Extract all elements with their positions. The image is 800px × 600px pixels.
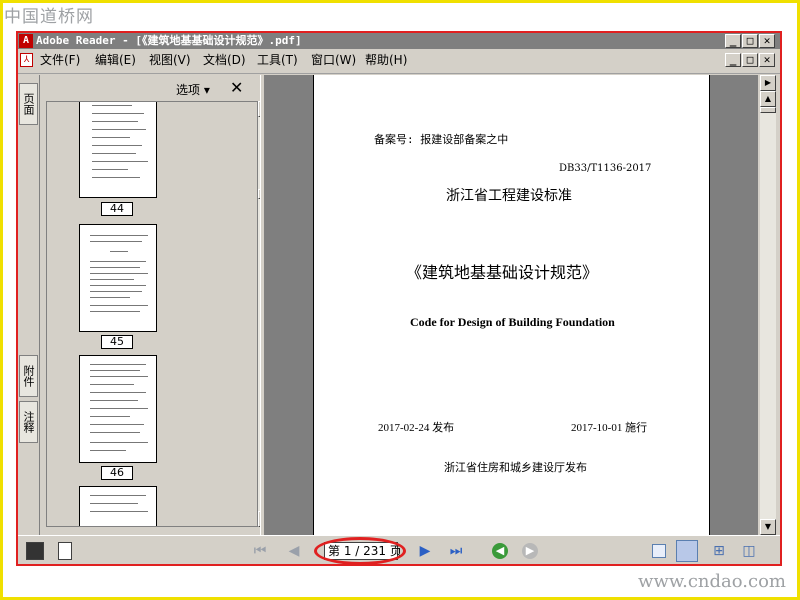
doc-close-button[interactable]: ✕ <box>759 53 775 67</box>
panel-header: 选项 ▾ ✕ <box>40 75 260 101</box>
toolbar-strip <box>18 70 780 74</box>
scroll-down-arrow-icon[interactable]: ▼ <box>760 519 776 535</box>
doc-restore-button[interactable]: □ <box>742 53 758 67</box>
minimize-button[interactable]: _ <box>725 34 741 48</box>
title-bar: A Adobe Reader - [《建筑地基基础设计规范》.pdf] _ □ … <box>18 33 780 49</box>
standard-number: DB33/T1136-2017 <box>559 163 652 174</box>
acrobat-icon: A <box>19 34 33 48</box>
pages-panel: 选项 ▾ ✕ 44 45 46 <box>40 75 274 535</box>
record-number: 备案号: 报建设部备案之中 <box>374 133 509 146</box>
next-page-icon[interactable]: ▶ <box>416 542 434 560</box>
facing-icon[interactable]: ◫ <box>740 542 758 560</box>
pdf-document-icon[interactable]: ⅄ <box>20 53 33 67</box>
go-back-icon[interactable]: ◀ <box>492 543 508 559</box>
panel-close-button[interactable]: ✕ <box>230 78 243 97</box>
menu-file[interactable]: 文件(F) <box>40 50 80 70</box>
menu-help[interactable]: 帮助(H) <box>365 50 407 70</box>
thumbnail-page-44[interactable] <box>79 102 157 198</box>
document-title-cn: 《建筑地基基础设计规范》 <box>406 263 599 282</box>
tab-comments[interactable]: 注释 <box>19 401 38 443</box>
scroll-right-arrow-icon[interactable]: ▶ <box>760 75 776 91</box>
publisher: 浙江省住房和城乡建设厅发布 <box>444 461 587 474</box>
options-menu-button[interactable]: 选项 ▾ <box>176 81 210 98</box>
highlight-ellipse <box>314 537 406 564</box>
thumbnail-list[interactable]: 44 45 46 <box>46 101 258 527</box>
continuous-icon[interactable] <box>676 540 698 562</box>
maximize-button[interactable]: □ <box>742 34 758 48</box>
last-page-icon[interactable]: ⏭ <box>446 542 466 560</box>
continuous-facing-icon[interactable]: ⊞ <box>710 542 728 560</box>
publish-date: 2017-02-24 发布 <box>378 422 455 434</box>
navigation-tabs: 页面 附件 注释 <box>18 75 40 535</box>
doc-minimize-button[interactable]: _ <box>725 53 741 67</box>
organization-title: 浙江省工程建设标准 <box>446 188 572 204</box>
thumbnail-page-47[interactable] <box>79 486 157 526</box>
tab-pages[interactable]: 页面 <box>19 83 38 125</box>
effective-date: 2017-10-01 施行 <box>571 422 648 434</box>
menu-document[interactable]: 文档(D) <box>203 50 246 70</box>
watermark-url: www.cndao.com <box>638 571 786 592</box>
menu-edit[interactable]: 编辑(E) <box>95 50 136 70</box>
previous-page-icon[interactable]: ◀ <box>284 542 304 560</box>
panel-toggle-icon[interactable] <box>26 542 44 560</box>
menu-bar: ⅄ 文件(F) 编辑(E) 视图(V) 文档(D) 工具(T) 窗口(W) 帮助… <box>18 50 780 70</box>
document-scrollbar[interactable]: ▶ ▲ ▼ <box>760 75 776 535</box>
menu-tools[interactable]: 工具(T) <box>257 50 298 70</box>
scroll-up-arrow-icon[interactable]: ▲ <box>760 91 776 107</box>
thumbnail-page-45[interactable] <box>79 224 157 332</box>
thumbnail-label: 46 <box>101 466 133 480</box>
menu-view[interactable]: 视图(V) <box>149 50 191 70</box>
document-page: 备案号: 报建设部备案之中 DB33/T1136-2017 浙江省工程建设标准 … <box>313 75 710 535</box>
first-page-icon[interactable]: ⏮ <box>250 542 270 560</box>
menu-window[interactable]: 窗口(W) <box>311 50 356 70</box>
tab-attachments[interactable]: 附件 <box>19 355 38 397</box>
watermark-logo-text: 中国道桥网 <box>4 7 94 27</box>
go-forward-icon[interactable]: ▶ <box>522 543 538 559</box>
thumbnail-label: 45 <box>101 335 133 349</box>
window-title: Adobe Reader - [《建筑地基基础设计规范》.pdf] <box>36 34 302 47</box>
status-bar: ⏮ ◀ 第 1 / 231 页 ▶ ⏭ ◀ ▶ ⊞ ◫ <box>18 535 780 564</box>
close-button[interactable]: ✕ <box>759 34 775 48</box>
document-title-en: Code for Design of Building Foundation <box>410 315 615 329</box>
single-page-icon[interactable] <box>652 544 666 558</box>
thumbnail-label: 44 <box>101 202 133 216</box>
page-layout-icon[interactable] <box>58 542 72 560</box>
scroll-thumb[interactable] <box>760 107 776 113</box>
reader-window: A Adobe Reader - [《建筑地基基础设计规范》.pdf] _ □ … <box>16 31 782 566</box>
document-view[interactable]: 备案号: 报建设部备案之中 DB33/T1136-2017 浙江省工程建设标准 … <box>265 75 758 535</box>
thumbnail-page-46[interactable] <box>79 355 157 463</box>
